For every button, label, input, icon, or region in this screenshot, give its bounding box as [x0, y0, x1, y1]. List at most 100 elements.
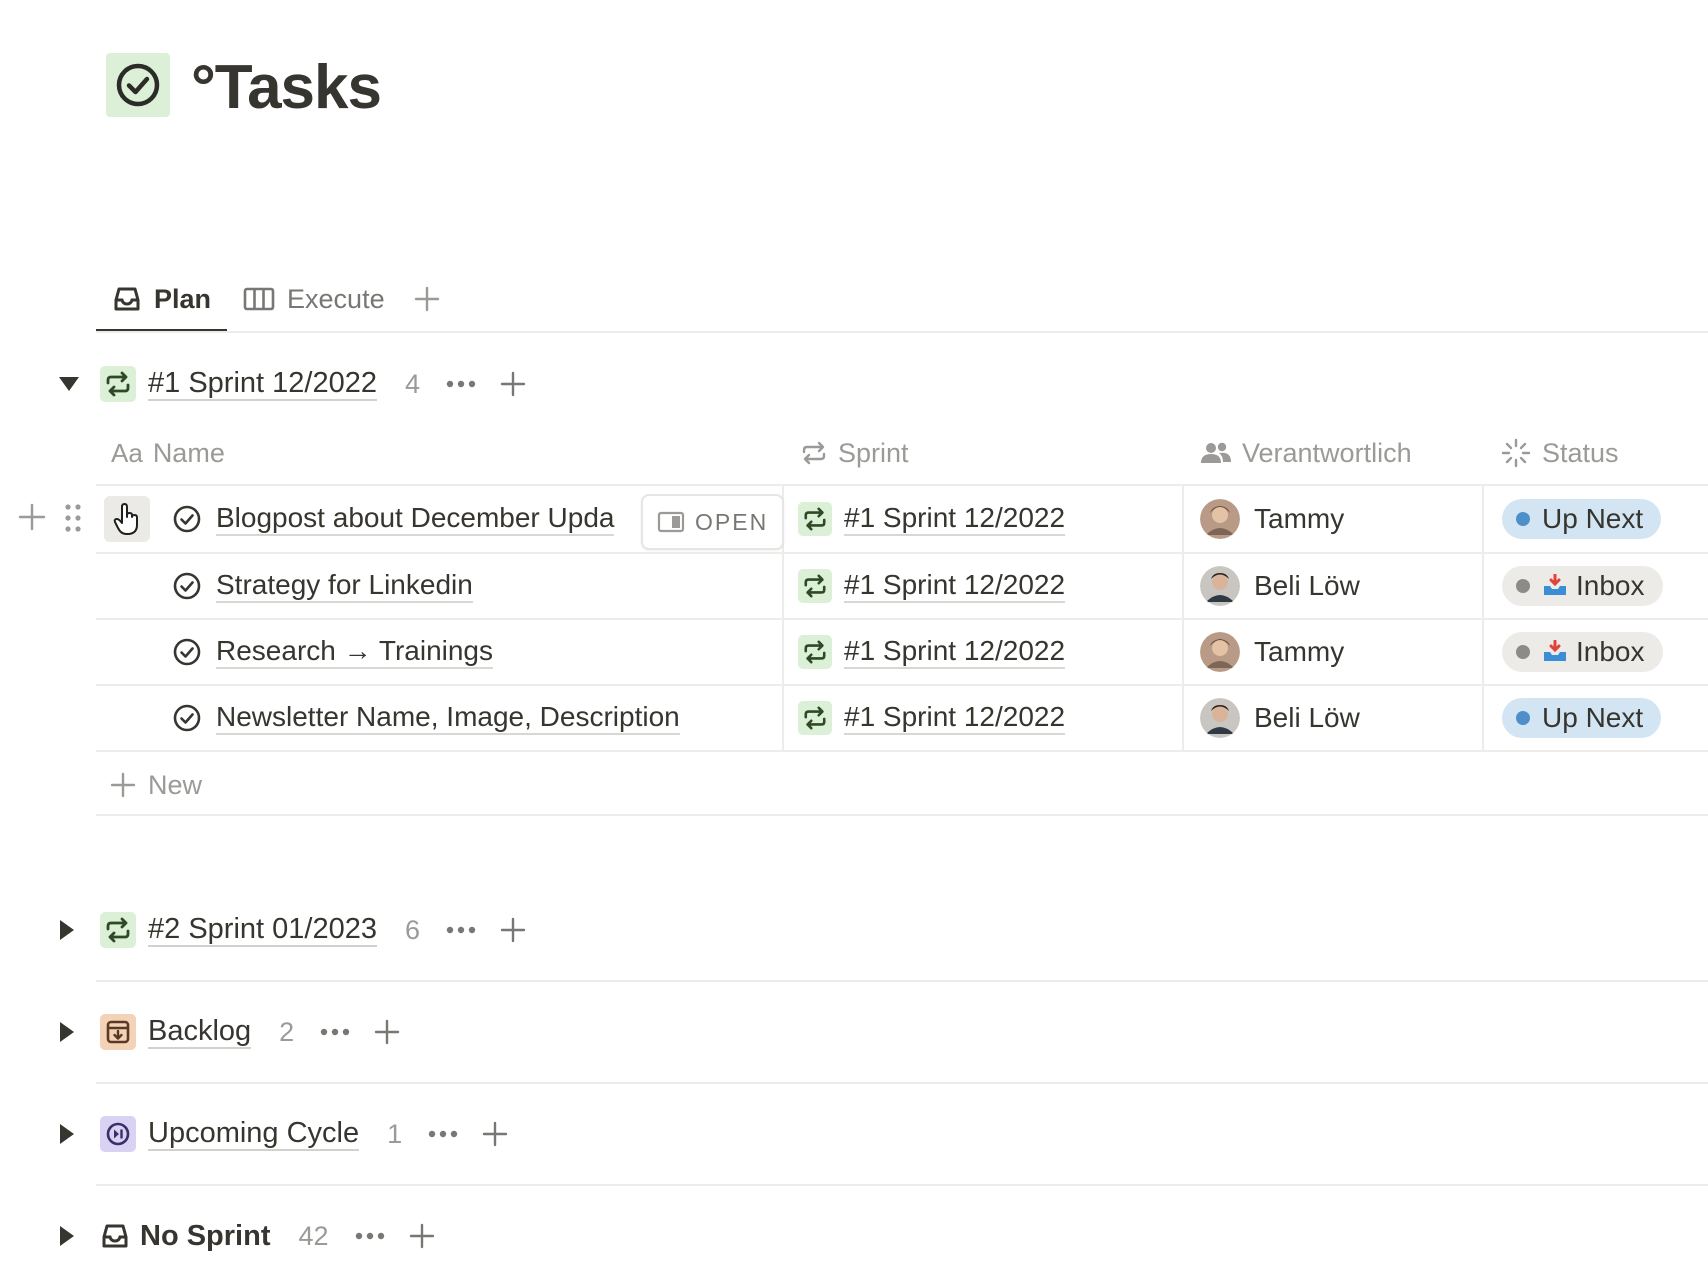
add-to-group-button[interactable]	[409, 1223, 435, 1249]
add-to-group-button[interactable]	[500, 371, 526, 397]
triangle-right-icon	[58, 919, 76, 941]
group-header-sprint-2: #2 Sprint 01/2023 6	[58, 905, 526, 955]
relation-arrows-icon	[800, 441, 828, 465]
status-badge[interactable]: Up Next	[1502, 499, 1662, 539]
row-checkbox[interactable]	[104, 486, 150, 552]
owner-name: Tammy	[1254, 503, 1345, 534]
repeat-icon	[100, 366, 136, 402]
group-divider	[96, 1082, 1708, 1084]
group-title[interactable]: Backlog	[148, 1015, 252, 1049]
add-to-group-button[interactable]	[482, 1121, 508, 1147]
more-options-icon[interactable]	[446, 380, 476, 388]
tab-execute[interactable]: Execute	[227, 266, 401, 332]
status-badge[interactable]: Up Next	[1502, 698, 1662, 738]
inbox-tray-icon	[112, 285, 142, 313]
status-dot	[1516, 512, 1530, 526]
group-header-upcoming-cycle: Upcoming Cycle 1	[58, 1109, 508, 1159]
owner-name: Tammy	[1254, 636, 1345, 667]
archive-box-icon	[100, 1014, 136, 1050]
add-to-group-button[interactable]	[500, 917, 526, 943]
page-title: °Tasks	[191, 53, 382, 122]
task-check-icon	[172, 685, 202, 751]
avatar	[1200, 632, 1240, 672]
plus-icon	[413, 285, 441, 313]
status-label: Inbox	[1576, 636, 1645, 667]
column-status-label: Status	[1542, 437, 1619, 468]
group-header-backlog: Backlog 2	[58, 1007, 400, 1057]
task-name[interactable]: Research → Trainings	[216, 635, 494, 669]
table-row[interactable]: Research → Trainings #1 Sprint 12/2022 T…	[96, 619, 1708, 685]
owner-name: Beli Löw	[1254, 570, 1360, 601]
table-row[interactable]: Blogpost about December Upda #1 Sprint 1…	[96, 486, 1708, 552]
more-options-icon[interactable]	[355, 1232, 385, 1240]
group-count: 42	[298, 1220, 329, 1251]
sprint-link[interactable]: #1 Sprint 12/2022	[844, 635, 1066, 669]
collapse-toggle[interactable]	[58, 375, 86, 393]
sprint-link[interactable]: #1 Sprint 12/2022	[844, 701, 1066, 735]
triangle-right-icon	[58, 1123, 76, 1145]
status-dot	[1516, 579, 1530, 593]
group-header-sprint-1: #1 Sprint 12/2022 4	[58, 359, 526, 409]
column-header-sprint[interactable]: Sprint	[800, 430, 909, 476]
drag-handle-icon[interactable]	[64, 503, 82, 533]
task-name[interactable]: Strategy for Linkedin	[216, 569, 473, 603]
open-label: OPEN	[695, 508, 769, 535]
task-name[interactable]: Blogpost about December Upda	[216, 502, 615, 536]
status-loader-icon	[1500, 437, 1532, 469]
group-header-no-sprint: No Sprint 42	[58, 1211, 435, 1261]
add-row-button[interactable]	[18, 503, 46, 531]
group-title[interactable]: No Sprint	[140, 1220, 271, 1252]
open-page-button[interactable]: OPEN	[641, 494, 785, 550]
expand-toggle[interactable]	[58, 1021, 86, 1043]
group-count: 2	[279, 1016, 295, 1047]
more-options-icon[interactable]	[446, 926, 476, 934]
task-name[interactable]: Newsletter Name, Image, Description	[216, 701, 680, 735]
more-options-icon[interactable]	[320, 1028, 350, 1036]
more-options-icon[interactable]	[428, 1130, 458, 1138]
avatar	[1200, 698, 1240, 738]
status-label: Inbox	[1576, 570, 1645, 601]
plus-icon	[110, 772, 136, 798]
inbox-tray-emoji-icon	[1542, 640, 1568, 664]
column-header-name[interactable]: Aa Name	[111, 430, 225, 476]
column-sprint-label: Sprint	[838, 437, 909, 468]
expand-toggle[interactable]	[58, 1123, 86, 1145]
status-badge[interactable]: Inbox	[1502, 632, 1663, 672]
board-columns-icon	[243, 286, 275, 312]
triangle-down-icon	[58, 375, 80, 393]
sprint-link[interactable]: #1 Sprint 12/2022	[844, 569, 1066, 603]
add-view-button[interactable]	[401, 285, 453, 313]
group-title[interactable]: #1 Sprint 12/2022	[148, 367, 377, 401]
triangle-right-icon	[58, 1225, 76, 1247]
add-to-group-button[interactable]	[374, 1019, 400, 1045]
table-row[interactable]: Strategy for Linkedin #1 Sprint 12/2022 …	[96, 553, 1708, 619]
status-dot	[1516, 645, 1530, 659]
new-row-button[interactable]: New	[110, 764, 202, 806]
group-count: 4	[404, 368, 420, 399]
expand-toggle[interactable]	[58, 1225, 86, 1247]
repeat-icon	[798, 502, 832, 536]
inbox-tray-icon	[100, 1218, 130, 1254]
group-title[interactable]: Upcoming Cycle	[148, 1117, 360, 1151]
status-badge[interactable]: Inbox	[1502, 566, 1663, 606]
tab-plan[interactable]: Plan	[96, 266, 228, 332]
page-icon[interactable]	[106, 53, 170, 117]
status-label: Up Next	[1542, 702, 1644, 733]
expand-toggle[interactable]	[58, 919, 86, 941]
column-header-status[interactable]: Status	[1500, 430, 1619, 476]
side-peek-icon	[657, 511, 685, 533]
column-header-owner[interactable]: Verantwortlich	[1200, 430, 1412, 476]
people-icon	[1200, 441, 1232, 465]
text-type-icon: Aa	[111, 437, 143, 468]
skip-forward-circle-icon	[100, 1116, 136, 1152]
tab-execute-label: Execute	[287, 283, 385, 314]
sprint-link[interactable]: #1 Sprint 12/2022	[844, 502, 1066, 536]
hand-cursor-icon	[113, 502, 141, 536]
group-divider	[96, 1184, 1708, 1186]
new-row-label: New	[148, 769, 203, 800]
check-circle-icon	[115, 62, 161, 108]
column-name-label: Name	[152, 437, 225, 468]
group-title[interactable]: #2 Sprint 01/2023	[148, 913, 377, 947]
table-row[interactable]: Newsletter Name, Image, Description #1 S…	[96, 685, 1708, 751]
owner-name: Beli Löw	[1254, 702, 1360, 733]
